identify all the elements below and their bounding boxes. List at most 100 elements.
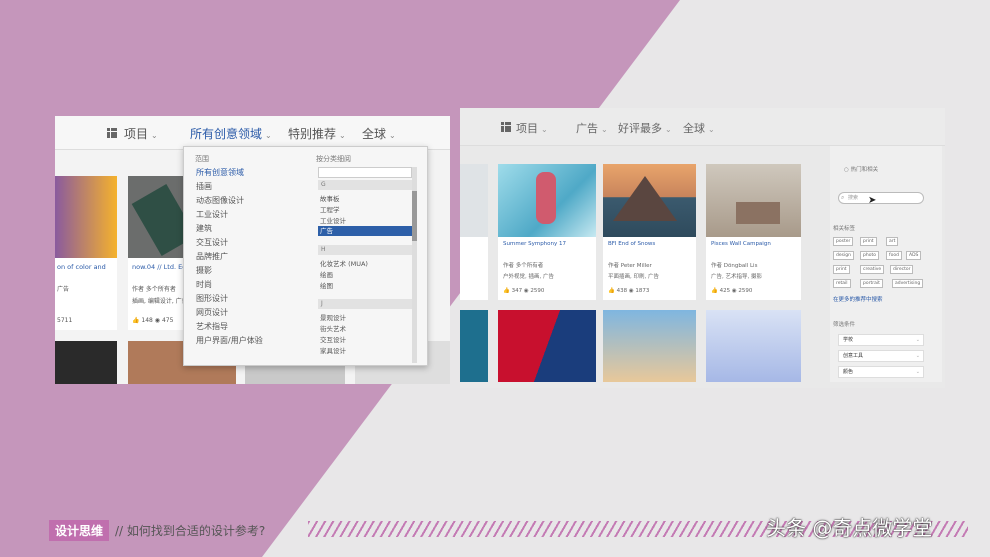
dropdown-category-list: 按分类细阅 G 故事板 工程学 工业设计 广告 H 化妆艺术 (MUA) 绘画 … bbox=[312, 147, 420, 365]
dropdown-item[interactable]: 网页设计 bbox=[196, 307, 228, 318]
project-title[interactable]: Summer Symphony 17 bbox=[503, 241, 566, 247]
category-search-input[interactable] bbox=[318, 167, 412, 178]
left-toolbar: 项目 ⌄ 所有创意领域 ⌄ 特别推荐 ⌄ 全球 ⌄ bbox=[55, 116, 450, 150]
dropdown-item[interactable]: 艺术指导 bbox=[196, 321, 228, 332]
project-owner[interactable]: 作者 多个所有者 bbox=[503, 261, 543, 269]
dropdown-item[interactable]: 工业设计 bbox=[196, 209, 228, 220]
project-stats: 👍 148 ◉ 475 bbox=[132, 317, 174, 324]
project-title[interactable]: BFI End of Snows bbox=[608, 241, 655, 247]
project-thumbnail bbox=[55, 176, 117, 258]
project-card[interactable]: Pisces Wall Campaign 作者 Döngball Lis 广告,… bbox=[706, 164, 801, 300]
chevron-down-icon: ⌄ bbox=[151, 131, 158, 140]
dropdown-item[interactable]: 摄影 bbox=[196, 265, 212, 276]
project-card[interactable]: BFI End of Snows 作者 Peter Miller 平面插画, 印… bbox=[603, 164, 696, 300]
project-thumbnail[interactable] bbox=[460, 310, 488, 382]
dropdown-item[interactable]: 交互设计 bbox=[196, 237, 228, 248]
project-stats: 5711 bbox=[57, 317, 73, 324]
project-thumbnail bbox=[498, 164, 596, 237]
dropdown-scroll-thumb[interactable] bbox=[412, 191, 417, 241]
project-meta: 广告, 艺术指导, 摄影 bbox=[711, 274, 762, 280]
global-filter[interactable]: 全球 ⌄ bbox=[683, 120, 715, 136]
dropdown-header: 范围 bbox=[195, 155, 209, 163]
related-toggle[interactable]: ○ 热门和相关 bbox=[844, 165, 878, 173]
filter-school[interactable]: 学校 ⌄ bbox=[838, 334, 924, 346]
category-group-header: J bbox=[318, 299, 412, 309]
featured-filter[interactable]: 特别推荐 ⌄ bbox=[288, 125, 346, 142]
project-owner[interactable]: 作者 Peter Miller bbox=[608, 261, 652, 269]
chevron-down-icon: ⌄ bbox=[601, 125, 608, 134]
radio-icon: ○ bbox=[844, 167, 849, 173]
category-item[interactable]: 绘画 bbox=[320, 269, 333, 279]
dropdown-item[interactable]: 品牌推广 bbox=[196, 251, 228, 262]
category-item-selected[interactable]: 广告 bbox=[318, 226, 412, 236]
project-owner[interactable]: 作者 多个所有者 bbox=[132, 284, 176, 293]
category-item[interactable]: 故事板 bbox=[320, 193, 340, 203]
tag-chip[interactable]: poster bbox=[833, 237, 854, 246]
tag-chip[interactable]: advertising bbox=[892, 279, 924, 288]
category-item[interactable]: 绘图 bbox=[320, 280, 333, 290]
tag-chip[interactable]: food bbox=[886, 251, 902, 260]
chevron-down-icon: ⌄ bbox=[389, 131, 396, 140]
filters-label: 筛选条件 bbox=[833, 322, 856, 328]
sidebar-search-input[interactable]: ⌕ 搜索 bbox=[838, 192, 924, 204]
project-meta: 广告 bbox=[57, 286, 70, 293]
tag-chip[interactable]: ADS bbox=[906, 251, 922, 260]
fields-filter[interactable]: 所有创意领域 ⌄ bbox=[190, 125, 272, 142]
dropdown-item[interactable]: 建筑 bbox=[196, 223, 212, 234]
project-card[interactable] bbox=[460, 164, 488, 300]
project-meta: 插画, 编辑设计, 广告 bbox=[132, 298, 188, 305]
tag-chip[interactable]: photo bbox=[860, 251, 879, 260]
project-thumbnail[interactable] bbox=[603, 310, 696, 382]
right-toolbar: 项目 ⌄ 广告 ⌄ 好评最多 ⌄ 全球 ⌄ bbox=[460, 108, 945, 146]
projects-filter[interactable]: 项目 ⌄ bbox=[124, 125, 158, 142]
ads-filter[interactable]: 广告 ⌄ bbox=[576, 120, 608, 136]
category-item[interactable]: 家具设计 bbox=[320, 345, 346, 355]
dropdown-item[interactable]: 插画 bbox=[196, 181, 212, 192]
category-item[interactable]: 街头艺术 bbox=[320, 323, 346, 333]
mouse-cursor-icon: ➤ bbox=[868, 195, 877, 206]
tag-chip[interactable]: retail bbox=[833, 279, 851, 288]
dropdown-item[interactable]: 所有创意领域 bbox=[196, 167, 244, 178]
filter-color[interactable]: 颜色 ⌄ bbox=[838, 366, 924, 378]
tags-label: 相关标签 bbox=[833, 226, 856, 232]
dropdown-item[interactable]: 时尚 bbox=[196, 279, 212, 290]
dropdown-item[interactable]: 动态图像设计 bbox=[196, 195, 244, 206]
chevron-down-icon: ⌄ bbox=[265, 131, 272, 140]
project-thumbnail[interactable] bbox=[706, 310, 801, 382]
category-item[interactable]: 交互设计 bbox=[320, 334, 346, 344]
category-item[interactable]: 景观设计 bbox=[320, 312, 346, 322]
projects-filter[interactable]: 项目 ⌄ bbox=[516, 120, 548, 136]
project-title[interactable]: Pisces Wall Campaign bbox=[711, 241, 771, 247]
caption-subtitle: // 如何找到合适的设计参考? bbox=[115, 523, 266, 538]
tag-chip[interactable]: design bbox=[833, 251, 854, 260]
category-item[interactable]: 化妆艺术 (MUA) bbox=[320, 258, 368, 268]
most-liked-filter[interactable]: 好评最多 ⌄ bbox=[618, 120, 672, 136]
category-item[interactable]: 工业设计 bbox=[320, 215, 346, 225]
tag-chip[interactable]: art bbox=[886, 237, 899, 246]
global-filter[interactable]: 全球 ⌄ bbox=[362, 125, 396, 142]
tag-chip[interactable]: director bbox=[890, 265, 914, 274]
dropdown-header: 按分类细阅 bbox=[316, 155, 351, 163]
dropdown-item[interactable]: 用户界面/用户体验 bbox=[196, 335, 263, 346]
more-tags-link[interactable]: 在更多的推荐中搜索 bbox=[833, 295, 883, 303]
chevron-down-icon: ⌄ bbox=[915, 353, 920, 359]
eye-icon: ◉ bbox=[154, 317, 161, 324]
project-thumbnail[interactable] bbox=[55, 341, 117, 384]
category-item[interactable]: 工程学 bbox=[320, 204, 340, 214]
tag-chip[interactable]: portrait bbox=[860, 279, 883, 288]
tag-chip[interactable]: print bbox=[833, 265, 850, 274]
tag-chip[interactable]: creative bbox=[860, 265, 885, 274]
project-title[interactable]: on of color and bbox=[57, 263, 106, 271]
bottom-caption: 设计思维 // 如何找到合适的设计参考? bbox=[49, 519, 266, 541]
grid-icon[interactable] bbox=[107, 128, 117, 138]
project-card[interactable]: Summer Symphony 17 作者 多个所有者 户外视觉, 插画, 广告… bbox=[498, 164, 596, 300]
grid-icon[interactable] bbox=[501, 122, 511, 132]
project-stats: 👍 425 ◉ 2590 bbox=[711, 288, 753, 294]
tag-chip[interactable]: print bbox=[860, 237, 877, 246]
project-card[interactable]: on of color and 广告 5711 bbox=[55, 176, 117, 330]
filter-tools[interactable]: 创意工具 ⌄ bbox=[838, 350, 924, 362]
project-meta: 平面插画, 印刷, 广告 bbox=[608, 274, 659, 280]
dropdown-item[interactable]: 图形设计 bbox=[196, 293, 228, 304]
project-thumbnail[interactable] bbox=[498, 310, 596, 382]
project-owner[interactable]: 作者 Döngball Lis bbox=[711, 261, 757, 269]
